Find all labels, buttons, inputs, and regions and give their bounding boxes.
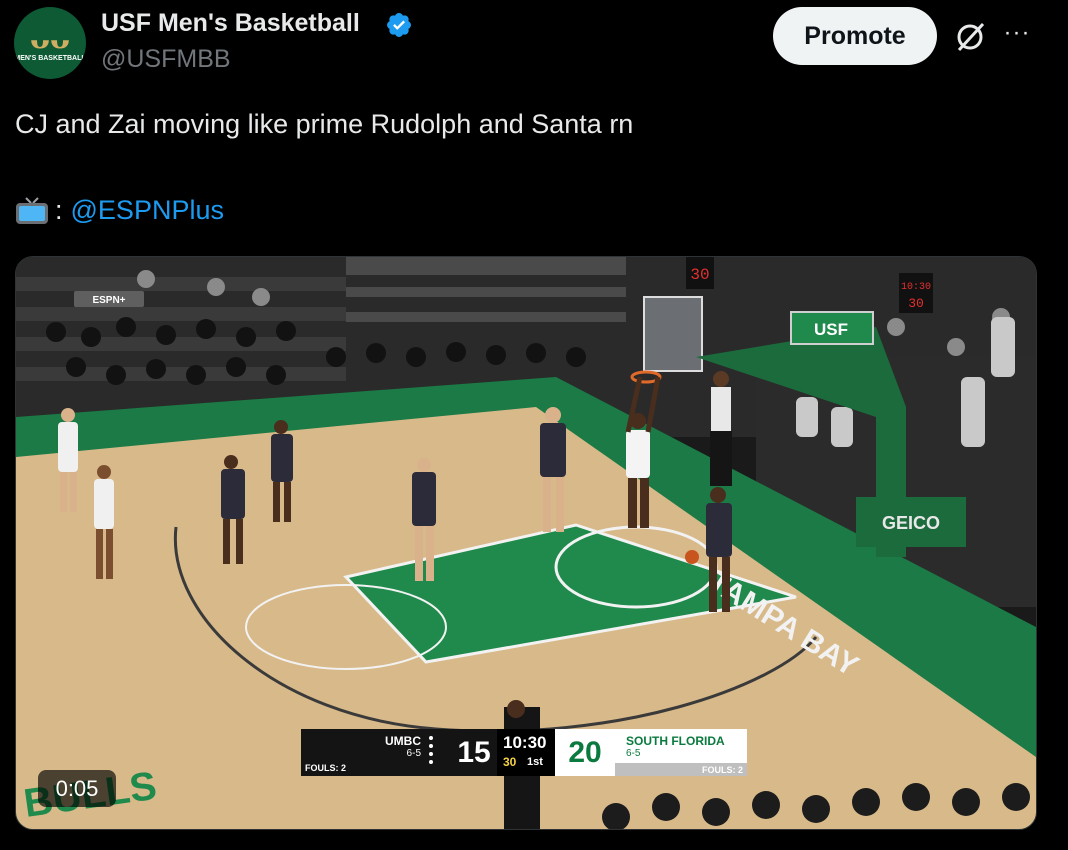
home-record: 6-5	[626, 748, 641, 759]
author-handle[interactable]: @USFMBB	[101, 45, 231, 74]
scoreboard-away: UMBC 6-5 FOULS: 2	[301, 729, 451, 776]
tweet-tv-line: : @ESPNPlus	[15, 195, 224, 226]
shot-clock: 30	[503, 755, 517, 769]
game-clock: 10:30 30 1st	[497, 729, 555, 776]
television-icon	[16, 196, 48, 224]
bulls-logo-icon: ᴗᴗ	[29, 20, 71, 56]
overhead-game-clock: 10:30	[901, 282, 931, 293]
tweet-colon: :	[55, 195, 63, 225]
home-fouls: FOULS: 2	[701, 765, 743, 775]
video-player[interactable]: TAMPA BAY BULLS USF GEICO 30 10:30 30 ES…	[15, 256, 1037, 830]
sponsor-text: GEICO	[882, 513, 940, 533]
home-score: 20	[555, 729, 615, 776]
verified-badge-icon	[387, 13, 411, 37]
away-team: UMBC	[385, 734, 421, 748]
network-bug: ESPN+	[92, 295, 125, 306]
courtside-banner-text: USF	[814, 320, 848, 339]
away-fouls: FOULS: 2	[305, 763, 347, 773]
overhead-shot-clock-2: 30	[908, 296, 924, 311]
avatar-text: MEN'S BASKETBALL	[14, 54, 86, 62]
away-record: 6-5	[406, 748, 421, 759]
clock-time: 10:30	[503, 733, 547, 752]
overhead-shot-clock: 30	[690, 266, 709, 284]
home-team: SOUTH FLORIDA	[626, 734, 725, 748]
more-options-icon[interactable]: ···	[1000, 18, 1034, 52]
author-name[interactable]: USF Men's Basketball	[101, 9, 360, 38]
period: 1st	[527, 756, 543, 768]
away-score: 15	[451, 729, 497, 776]
video-time-badge: 0:05	[38, 770, 116, 807]
basketball	[685, 550, 699, 564]
scoreboard-home: SOUTH FLORIDA 6-5 FOULS: 2	[615, 729, 747, 776]
timeouts-icon	[429, 736, 433, 764]
promote-button[interactable]: Promote	[773, 7, 937, 65]
avatar[interactable]: ᴗᴗ MEN'S BASKETBALL	[14, 7, 86, 79]
mention-link[interactable]: @ESPNPlus	[71, 195, 224, 226]
scoreboard: UMBC 6-5 FOULS: 2 15 10:30 30 1st 20 SOU…	[301, 729, 747, 776]
grok-icon[interactable]	[953, 20, 987, 54]
tweet-text: CJ and Zai moving like prime Rudolph and…	[15, 109, 634, 139]
